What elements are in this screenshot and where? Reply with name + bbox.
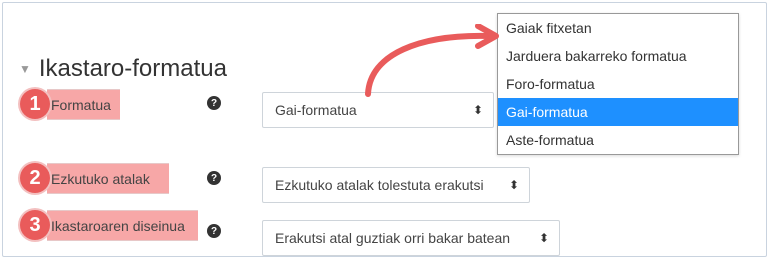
question-circle-icon[interactable]: ? (207, 224, 221, 238)
hidden-sections-select-value: Ezkutuko atalak tolestuta erakutsi (275, 177, 484, 193)
step-badge-1: 1 (20, 89, 50, 119)
step-badge-3: 3 (20, 210, 50, 240)
format-label: Formatua (47, 89, 120, 120)
dropdown-option-selected[interactable]: Gai-formatua (498, 98, 738, 126)
dropdown-option[interactable]: Aste-formatua (498, 126, 738, 154)
section-header[interactable]: ▼ Ikastaro-formatua (19, 55, 227, 83)
dropdown-option[interactable]: Gaiak fitxetan (498, 14, 738, 42)
step-badge-2: 2 (20, 163, 50, 193)
hidden-sections-select[interactable]: Ezkutuko atalak tolestuta erakutsi ⬍ (262, 167, 530, 203)
dropdown-option[interactable]: Jarduera bakarreko formatua (498, 42, 738, 70)
format-select-value: Gai-formatua (275, 102, 357, 118)
question-circle-icon[interactable]: ? (207, 171, 221, 185)
sort-arrows-icon: ⬍ (538, 231, 549, 245)
sort-arrows-icon: ⬍ (472, 103, 483, 117)
hidden-sections-label: Ezkutuko atalak (47, 163, 169, 194)
sort-arrows-icon: ⬍ (508, 178, 519, 192)
course-layout-select[interactable]: Erakutsi atal guztiak orri bakar batean … (262, 220, 560, 256)
course-layout-label: Ikastaroaren diseinua (47, 210, 198, 241)
caret-down-icon[interactable]: ▼ (19, 62, 31, 76)
dropdown-option[interactable]: Foro-formatua (498, 70, 738, 98)
question-circle-icon[interactable]: ? (207, 96, 221, 110)
course-layout-select-value: Erakutsi atal guztiak orri bakar batean (275, 230, 511, 246)
section-title: Ikastaro-formatua (38, 55, 227, 82)
annotation-arrow-icon (365, 24, 499, 97)
format-dropdown-list[interactable]: Gaiak fitxetan Jarduera bakarreko format… (497, 13, 739, 155)
